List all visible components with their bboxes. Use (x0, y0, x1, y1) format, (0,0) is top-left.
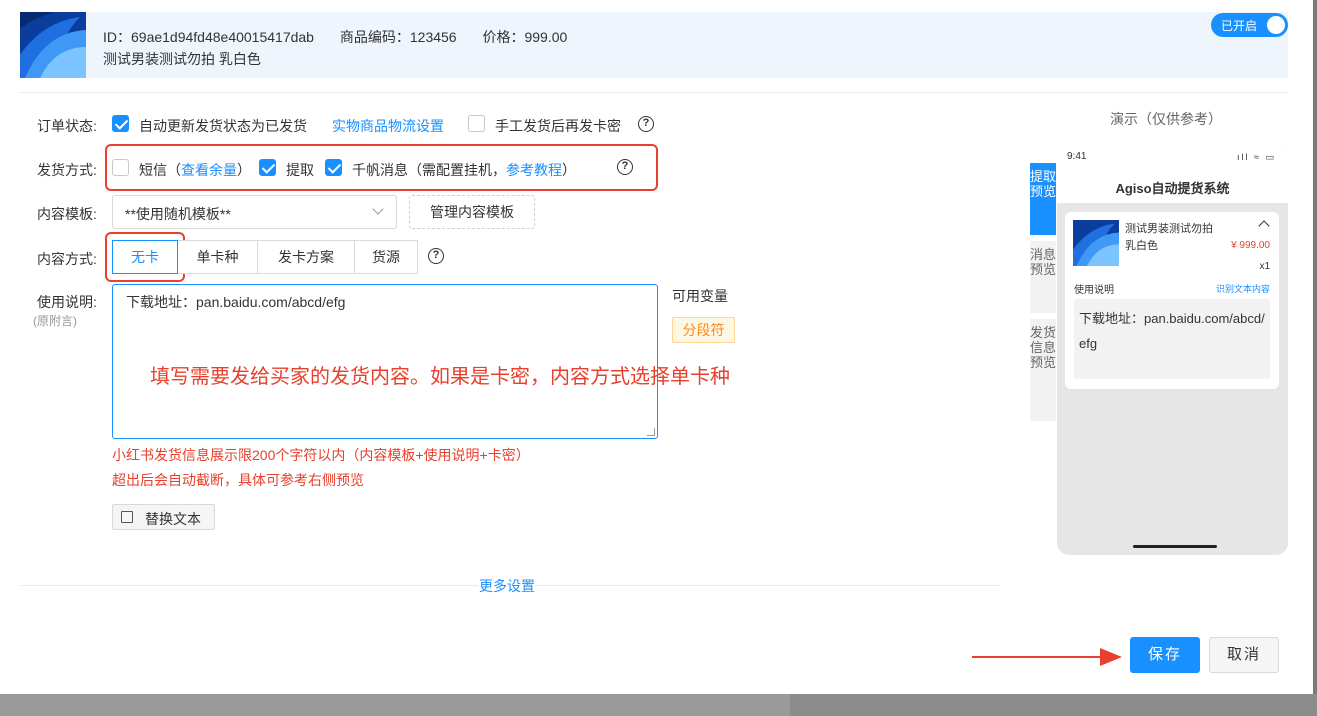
resend-card-checkbox[interactable] (468, 115, 485, 132)
help-icon[interactable]: ? (428, 248, 444, 264)
card-content-box: 下载地址：pan.baidu.com/abcd/efg (1074, 299, 1270, 379)
phone-header: 9:41 ıll ≈ ▭ Agiso自动提货系统 (1057, 145, 1288, 203)
pickup-checkbox[interactable] (259, 159, 276, 176)
mode-option-nocard[interactable]: 无卡 (112, 240, 178, 274)
chevron-up-icon[interactable] (1258, 220, 1270, 232)
tab-delivery-preview[interactable]: 发货信息预览 (1030, 319, 1056, 421)
product-code: 商品编码：123456 (339, 29, 457, 45)
usage-label: 使用说明: (37, 294, 97, 310)
replace-text-button[interactable]: 替换文本 (112, 504, 215, 530)
usage-sublabel: (原附言) (33, 314, 77, 328)
chevron-down-icon (372, 203, 384, 215)
annotation-text: 填写需要发给买家的发货内容。如果是卡密，内容方式选择单卡种 (150, 366, 730, 388)
qianfan-checkbox[interactable] (325, 159, 342, 176)
backdrop-edge (1313, 0, 1317, 716)
product-price: 价格：999.00 (482, 29, 568, 45)
enable-toggle[interactable]: 已开启 (1211, 13, 1288, 37)
more-settings-link[interactable]: 更多设置 (479, 576, 535, 596)
product-meta: ID：69ae1d94fd48e40015417dab 商品编码：123456 … (103, 27, 589, 47)
toggle-knob (1267, 16, 1285, 34)
variables-title: 可用变量 (672, 288, 728, 304)
help-icon[interactable]: ? (638, 116, 654, 132)
template-select[interactable]: **使用随机模板** (112, 195, 397, 229)
home-indicator (1133, 545, 1217, 548)
auto-update-label: 自动更新发货状态为已发货 (139, 118, 307, 134)
card-thumbnail (1073, 220, 1119, 266)
logistics-settings-link[interactable]: 实物商品物流设置 (332, 116, 444, 136)
mode-option-plan[interactable]: 发卡方案 (257, 240, 355, 274)
product-title: 测试男装测试勿拍 乳白色 (103, 51, 261, 67)
cancel-button[interactable]: 取消 (1209, 637, 1279, 673)
auto-update-checkbox[interactable] (112, 115, 129, 132)
sms-label: 短信（查看余量） (139, 162, 251, 178)
truncate-note: 超出后会自动截断，具体可参考右侧预览 (112, 472, 364, 488)
tutorial-link[interactable]: 参考教程 (506, 162, 562, 178)
card-content: 下载地址：pan.baidu.com/abcd/efg (1079, 311, 1265, 351)
recognize-text-link[interactable]: 识别文本内容 (1216, 282, 1270, 295)
signal-wifi-battery-icon: ıll ≈ ▭ (1237, 152, 1276, 162)
card-qty: x1 (1259, 261, 1270, 272)
qianfan-label: 千帆消息（需配置挂机，参考教程） (352, 162, 576, 178)
mode-option-single[interactable]: 单卡种 (177, 240, 258, 274)
pickup-label: 提取 (286, 162, 314, 178)
template-selected: **使用随机模板** (125, 206, 231, 222)
mode-option-source[interactable]: 货源 (354, 240, 418, 274)
content-mode-label: 内容方式: (37, 251, 97, 267)
product-header: ID：69ae1d94fd48e40015417dab 商品编码：123456 … (20, 12, 1288, 78)
product-thumbnail (20, 12, 86, 78)
manage-template-button[interactable]: 管理内容模板 (409, 195, 535, 229)
delivery-label: 发货方式: (37, 162, 97, 178)
arrow-icon (972, 648, 1122, 666)
divider (20, 92, 1288, 93)
sms-quota-link[interactable]: 查看余量 (181, 162, 237, 178)
resend-card-label: 手工发货后再发卡密 (495, 118, 621, 134)
resize-handle[interactable] (647, 428, 655, 436)
variable-tag-separator[interactable]: 分段符 (672, 317, 735, 343)
toggle-label: 已开启 (1221, 19, 1258, 33)
save-button[interactable]: 保存 (1130, 637, 1200, 673)
backdrop-bottom (0, 694, 1317, 716)
replace-icon (121, 511, 133, 523)
phone-time: 9:41 (1067, 151, 1087, 162)
usage-text: 下载地址：pan.baidu.com/abcd/efg (126, 294, 346, 310)
tab-message-preview[interactable]: 消息预览 (1030, 241, 1056, 313)
template-label: 内容模板: (37, 206, 97, 222)
phone-app-title: Agiso自动提货系统 (1115, 181, 1230, 196)
sms-checkbox[interactable] (112, 159, 129, 176)
order-status-label: 订单状态: (37, 118, 97, 134)
limit-note: 小红书发货信息展示限200个字符以内（内容模板+使用说明+卡密） (112, 447, 530, 463)
card-price: ¥ 999.00 (1231, 240, 1270, 251)
card-product-name: 测试男装测试勿拍 乳白色 (1125, 223, 1213, 252)
preview-card: 测试男装测试勿拍 乳白色 ¥ 999.00 x1 使用说明 识别文本内容 下载地… (1065, 212, 1279, 389)
help-icon[interactable]: ? (617, 159, 633, 175)
preview-title: 演示（仅供参考） (1110, 111, 1222, 127)
card-usage-label: 使用说明 (1074, 285, 1114, 296)
product-id: ID：69ae1d94fd48e40015417dab (103, 29, 314, 45)
phone-preview: 9:41 ıll ≈ ▭ Agiso自动提货系统 测试男装测试勿拍 乳白色 ¥ … (1057, 145, 1288, 555)
tab-pickup-preview[interactable]: 提取预览 (1030, 163, 1056, 235)
dialog: ID：69ae1d94fd48e40015417dab 商品编码：123456 … (0, 0, 1313, 694)
